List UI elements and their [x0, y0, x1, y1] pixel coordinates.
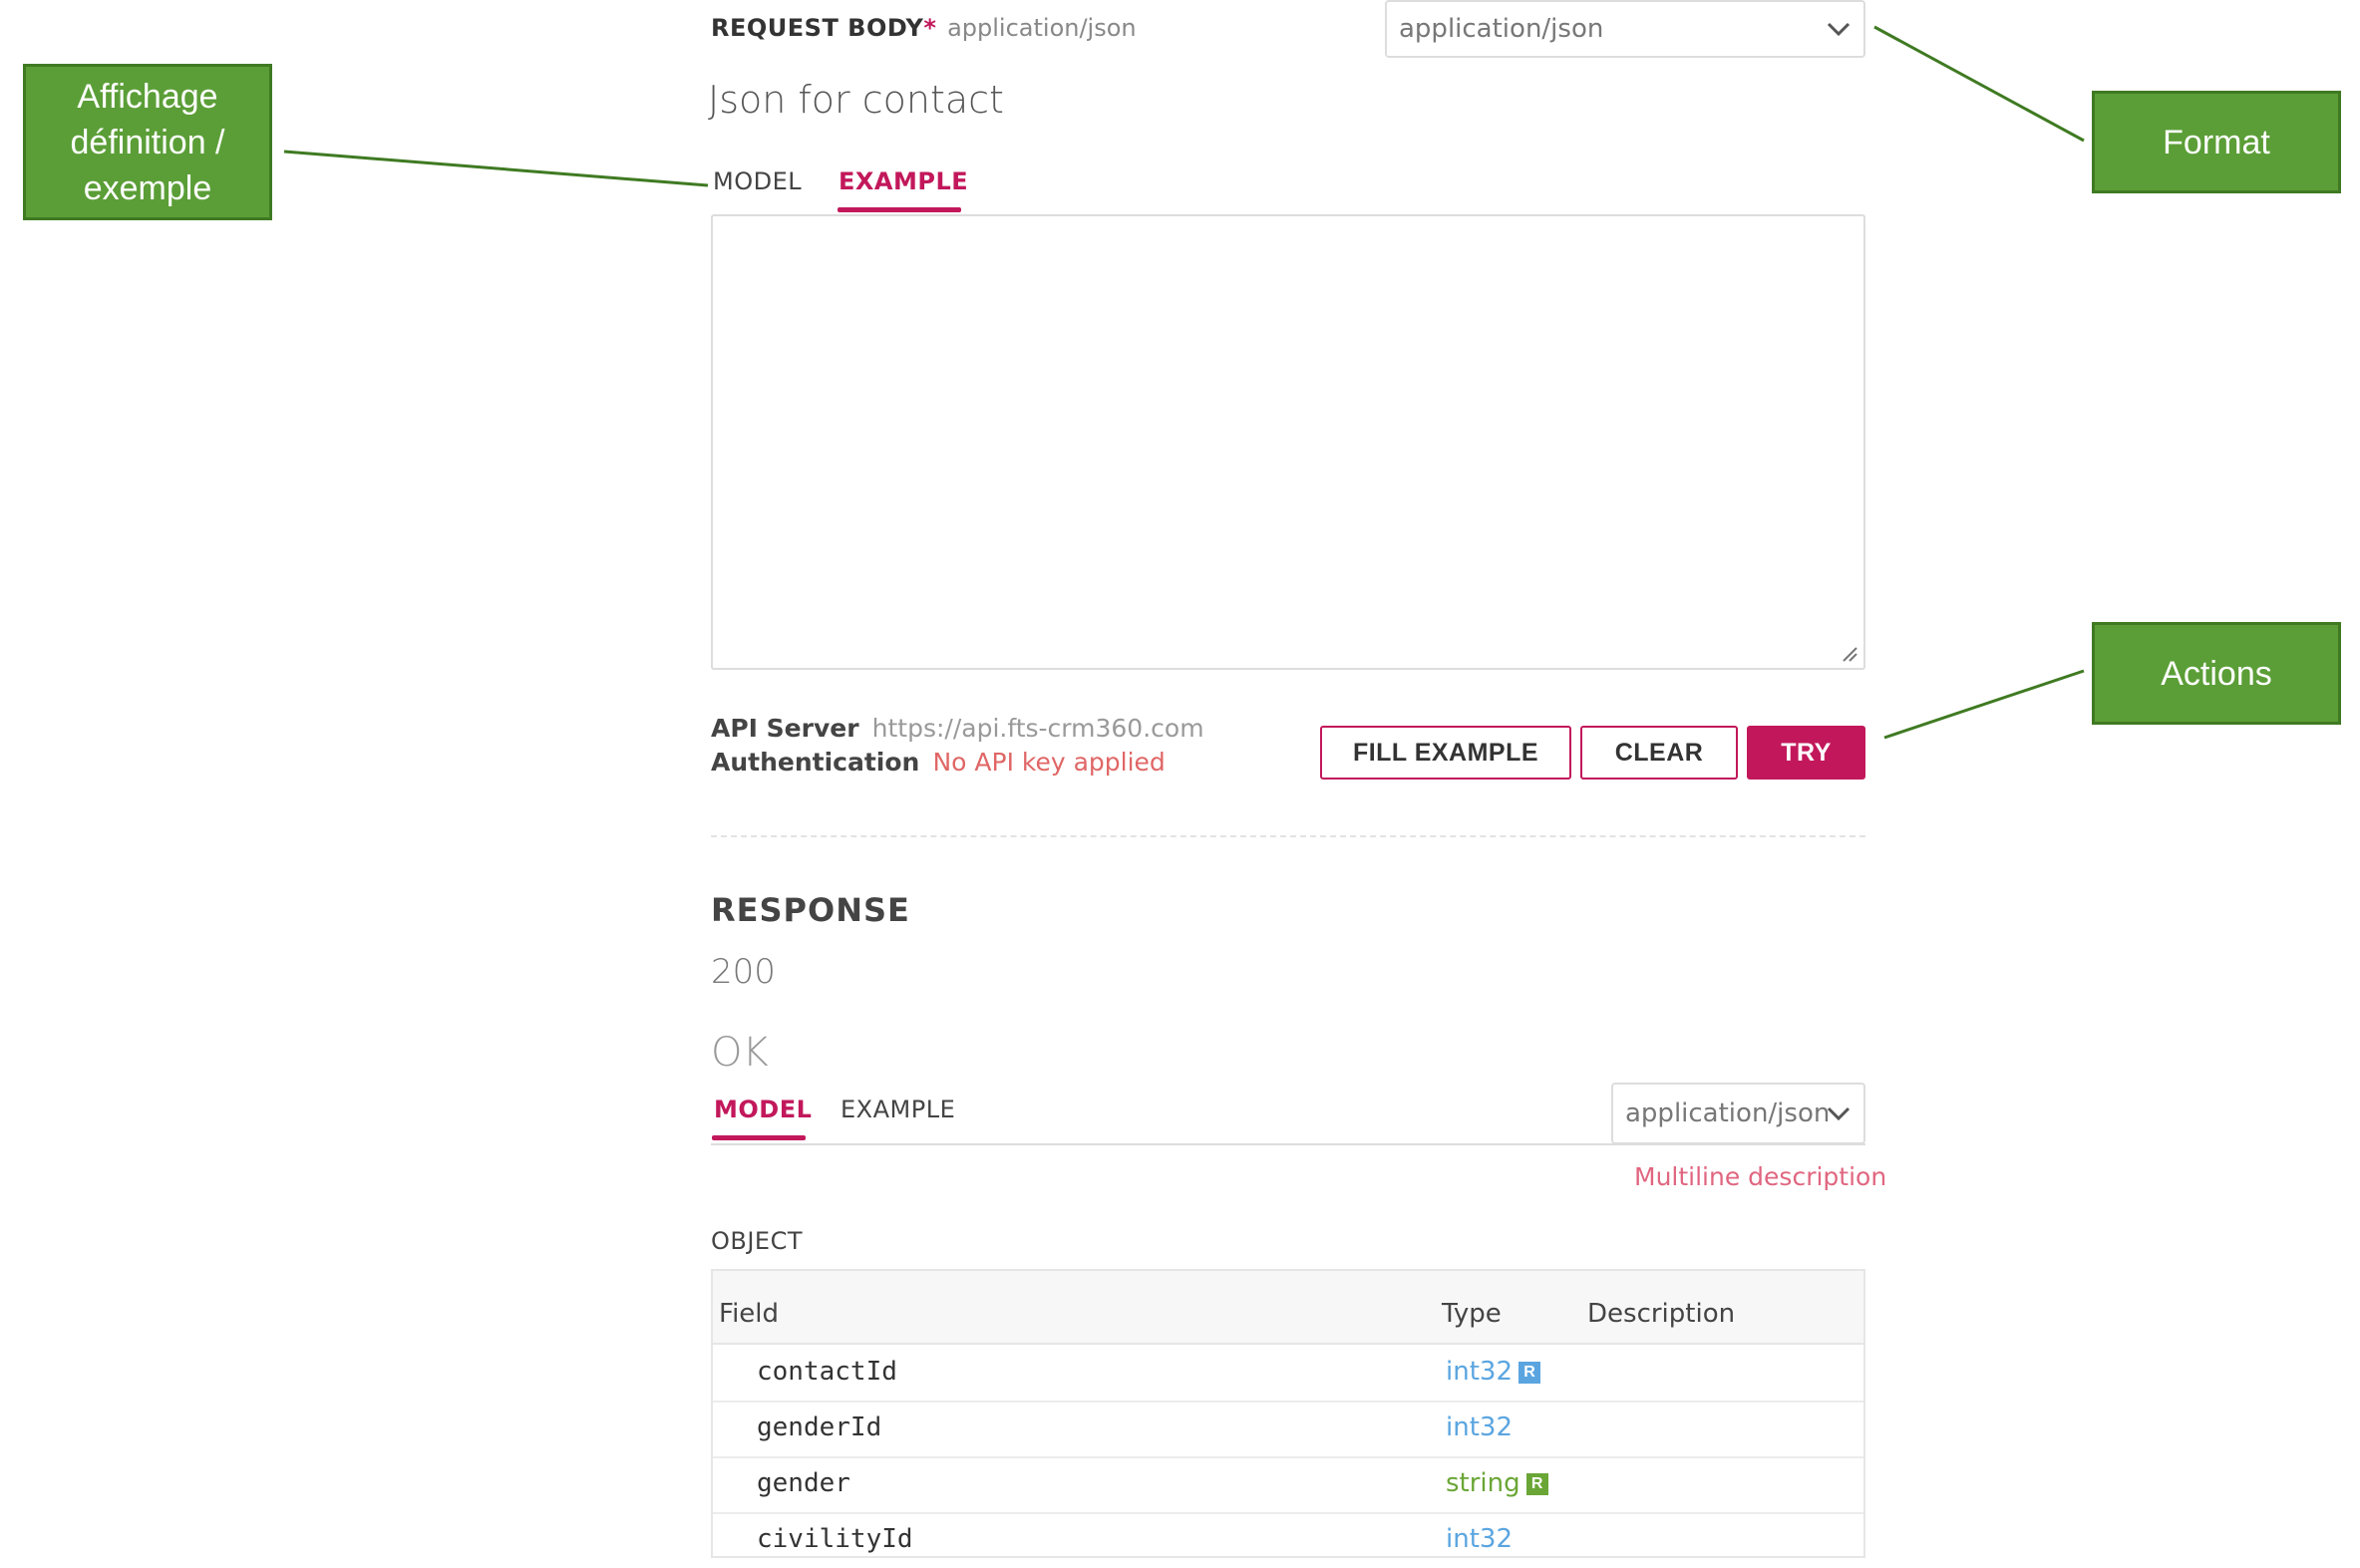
table-header: Field Type Description: [713, 1271, 1863, 1345]
response-title: RESPONSE: [711, 891, 910, 929]
actions-callout: Actions: [2092, 622, 2341, 725]
field-type-text: int32: [1446, 1357, 1513, 1387]
response-status-text: OK: [711, 1030, 769, 1076]
fill-example-button[interactable]: FILL EXAMPLE: [1320, 726, 1571, 780]
column-header-description: Description: [1587, 1299, 1736, 1329]
table-row: contactId int32 R: [713, 1345, 1863, 1403]
format-callout-text: Format: [2163, 123, 2270, 161]
table-row: gender string R: [713, 1456, 1863, 1514]
authentication-line: Authentication No API key applied: [711, 748, 1166, 777]
column-header-type: Type: [1442, 1299, 1502, 1329]
response-format-select[interactable]: application/json: [1611, 1083, 1865, 1144]
clear-button[interactable]: CLEAR: [1580, 726, 1738, 780]
response-active-tab-indicator: [712, 1135, 806, 1140]
field-name: civilityId: [757, 1524, 913, 1554]
authentication-status: No API key applied: [932, 748, 1166, 777]
resize-grip-icon[interactable]: [1840, 644, 1857, 662]
field-type-text: int32: [1446, 1524, 1513, 1554]
authentication-label: Authentication: [711, 748, 920, 777]
request-body-textarea[interactable]: [711, 214, 1865, 670]
field-name: gender: [757, 1468, 850, 1498]
api-server-url: https://api.fts-crm360.com: [871, 714, 1204, 743]
field-type: string R: [1446, 1468, 1548, 1498]
response-model-table: Field Type Description contactId int32 R …: [711, 1269, 1865, 1558]
api-server-label: API Server: [711, 714, 859, 743]
column-header-field: Field: [719, 1299, 780, 1329]
object-label: OBJECT: [711, 1227, 804, 1255]
response-format-value: application/json: [1625, 1098, 1831, 1128]
request-body-header: REQUEST BODY* application/json: [711, 14, 1137, 42]
field-type-text: int32: [1446, 1412, 1513, 1442]
tabs-callout-connector: [283, 150, 709, 187]
field-type: int32: [1446, 1412, 1513, 1442]
field-name: genderId: [757, 1412, 882, 1442]
chevron-down-icon: [1827, 1106, 1851, 1121]
required-badge: R: [1525, 1472, 1548, 1495]
request-content-type: application/json: [947, 14, 1137, 42]
tab-model[interactable]: MODEL: [713, 167, 802, 195]
tabs-callout: Affichage définition / exemple: [23, 64, 272, 220]
actions-callout-connector: [1883, 669, 2085, 740]
field-type: int32: [1446, 1524, 1513, 1554]
section-divider: [711, 835, 1865, 837]
response-tab-model[interactable]: MODEL: [714, 1096, 812, 1123]
field-type: int32 R: [1446, 1357, 1540, 1387]
response-tab-example[interactable]: EXAMPLE: [841, 1096, 955, 1123]
format-callout-connector: [1873, 25, 2085, 143]
tab-example[interactable]: EXAMPLE: [839, 167, 968, 195]
request-format-value: application/json: [1399, 14, 1604, 44]
format-callout: Format: [2092, 91, 2341, 193]
actions-callout-text: Actions: [2161, 654, 2272, 693]
table-row: civilityId int32: [713, 1512, 1863, 1568]
request-body-label: REQUEST BODY: [711, 14, 924, 42]
active-tab-indicator: [838, 207, 961, 212]
required-badge: R: [1517, 1361, 1540, 1384]
multiline-description-link[interactable]: Multiline description: [1634, 1162, 1886, 1191]
required-mark: *: [923, 14, 936, 42]
field-type-text: string: [1446, 1468, 1520, 1498]
request-format-select[interactable]: application/json: [1385, 0, 1865, 58]
tabs-callout-text: Affichage définition / exemple: [70, 77, 225, 207]
api-server-line: API Server https://api.fts-crm360.com: [711, 714, 1204, 743]
response-status-code: 200: [711, 952, 776, 992]
request-body-title: Json for contact: [708, 78, 1004, 122]
chevron-down-icon: [1827, 22, 1851, 37]
field-name: contactId: [757, 1357, 897, 1387]
try-button[interactable]: TRY: [1747, 726, 1865, 780]
table-row: genderId int32: [713, 1401, 1863, 1458]
